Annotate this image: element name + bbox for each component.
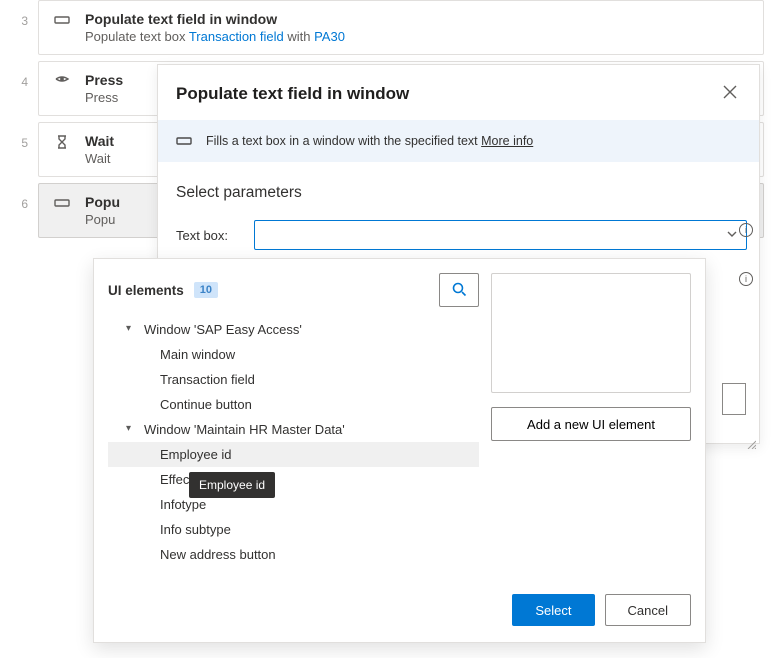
step-subtitle: Populate text box Transaction field with… bbox=[85, 29, 345, 44]
tree-leaf[interactable]: Employee id bbox=[108, 442, 479, 467]
textbox-select[interactable] bbox=[254, 220, 747, 250]
modal-title: Populate text field in window bbox=[176, 84, 409, 104]
step-title: Popu bbox=[85, 194, 120, 210]
textbox-icon bbox=[53, 194, 71, 212]
tooltip: Employee id bbox=[189, 472, 275, 498]
more-info-link[interactable]: More info bbox=[481, 134, 533, 148]
banner-text: Fills a text box in a window with the sp… bbox=[206, 134, 481, 148]
tree-label: Window 'Maintain HR Master Data' bbox=[144, 422, 345, 437]
help-icon[interactable]: i bbox=[739, 223, 753, 237]
tree-label: Main window bbox=[160, 347, 235, 362]
underlying-button bbox=[722, 383, 746, 415]
tree-label: Window 'SAP Easy Access' bbox=[144, 322, 302, 337]
step-number: 3 bbox=[4, 0, 38, 28]
tree-label: Transaction field bbox=[160, 372, 255, 387]
close-icon bbox=[723, 87, 737, 102]
step-title: Press bbox=[85, 72, 123, 88]
ui-elements-popup: UI elements 10 ▾ Window 'SAP Easy Access'… bbox=[93, 258, 706, 643]
tree-group[interactable]: ▾ Window 'Maintain HR Master Data' bbox=[108, 417, 479, 442]
tree-label: Info subtype bbox=[160, 522, 231, 537]
tree-leaf[interactable]: Info subtype bbox=[108, 517, 479, 542]
tree-group[interactable]: ▾ Window 'SAP Easy Access' bbox=[108, 317, 479, 342]
info-banner: Fills a text box in a window with the sp… bbox=[158, 120, 759, 162]
tree-leaf[interactable]: Continue button bbox=[108, 392, 479, 417]
search-icon bbox=[451, 281, 467, 300]
close-button[interactable] bbox=[719, 81, 741, 106]
step-card[interactable]: Populate text field in window Populate t… bbox=[38, 0, 764, 55]
step-number: 5 bbox=[4, 122, 38, 150]
tree-leaf[interactable]: Main window bbox=[108, 342, 479, 367]
step-title: Populate text field in window bbox=[85, 11, 345, 27]
chevron-down-icon bbox=[726, 228, 738, 243]
tree-label: Employee id bbox=[160, 447, 232, 462]
section-title: Select parameters bbox=[158, 162, 759, 210]
chevron-down-icon: ▾ bbox=[126, 423, 136, 434]
chevron-down-icon: ▾ bbox=[126, 323, 136, 334]
tree-label: Infotype bbox=[160, 497, 206, 512]
count-badge: 10 bbox=[194, 282, 218, 298]
param-label: Text box: bbox=[176, 228, 254, 243]
wait-icon bbox=[53, 133, 71, 151]
ui-elements-tree: ▾ Window 'SAP Easy Access' Main window Tran… bbox=[108, 317, 479, 567]
textbox-icon bbox=[53, 11, 71, 29]
textbox-icon bbox=[176, 133, 192, 149]
tree-leaf[interactable]: New address button bbox=[108, 542, 479, 567]
search-button[interactable] bbox=[439, 273, 479, 307]
tree-label: Continue button bbox=[160, 397, 252, 412]
press-icon bbox=[53, 72, 71, 90]
preview-box bbox=[491, 273, 691, 393]
tree-leaf[interactable]: Transaction field bbox=[108, 367, 479, 392]
step-subtitle: Wait bbox=[85, 151, 114, 166]
help-icon[interactable]: i bbox=[739, 272, 753, 286]
step-number: 4 bbox=[4, 61, 38, 89]
step-number: 6 bbox=[4, 183, 38, 211]
step-subtitle: Press bbox=[85, 90, 123, 105]
tree-label: New address button bbox=[160, 547, 276, 562]
tree-leaf[interactable]: Infotype bbox=[108, 492, 479, 517]
step-subtitle: Popu bbox=[85, 212, 120, 227]
select-button[interactable]: Select bbox=[512, 594, 594, 626]
tree-leaf[interactable]: Effecti bbox=[108, 467, 479, 492]
resize-grip-icon bbox=[746, 437, 756, 447]
popup-title: UI elements bbox=[108, 283, 184, 298]
add-ui-element-button[interactable]: Add a new UI element bbox=[491, 407, 691, 441]
step-title: Wait bbox=[85, 133, 114, 149]
cancel-button[interactable]: Cancel bbox=[605, 594, 691, 626]
